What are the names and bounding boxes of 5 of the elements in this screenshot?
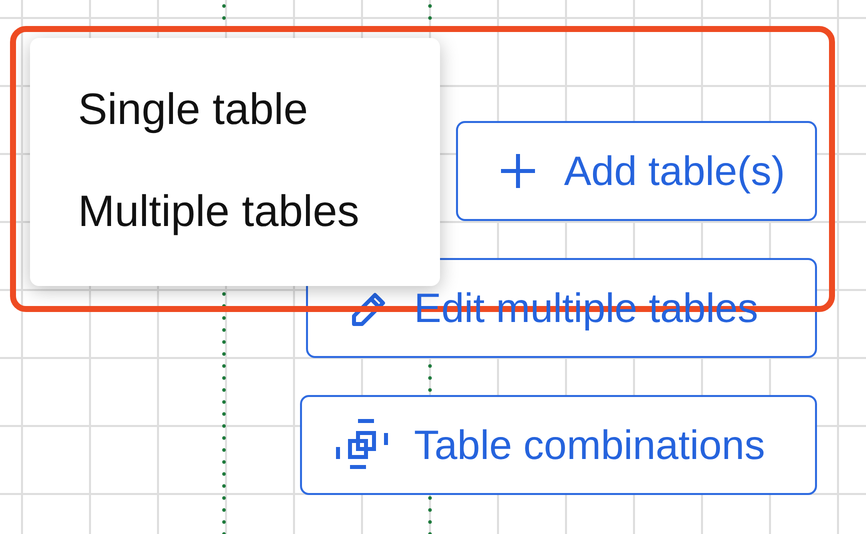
action-button[interactable]: Table combinations [300, 395, 817, 495]
action-button[interactable]: Add table(s) [456, 121, 817, 221]
menu-item[interactable]: Single table [78, 86, 308, 134]
menu-item[interactable]: Multiple tables [78, 188, 360, 237]
overlapping-squares-icon [336, 419, 388, 471]
